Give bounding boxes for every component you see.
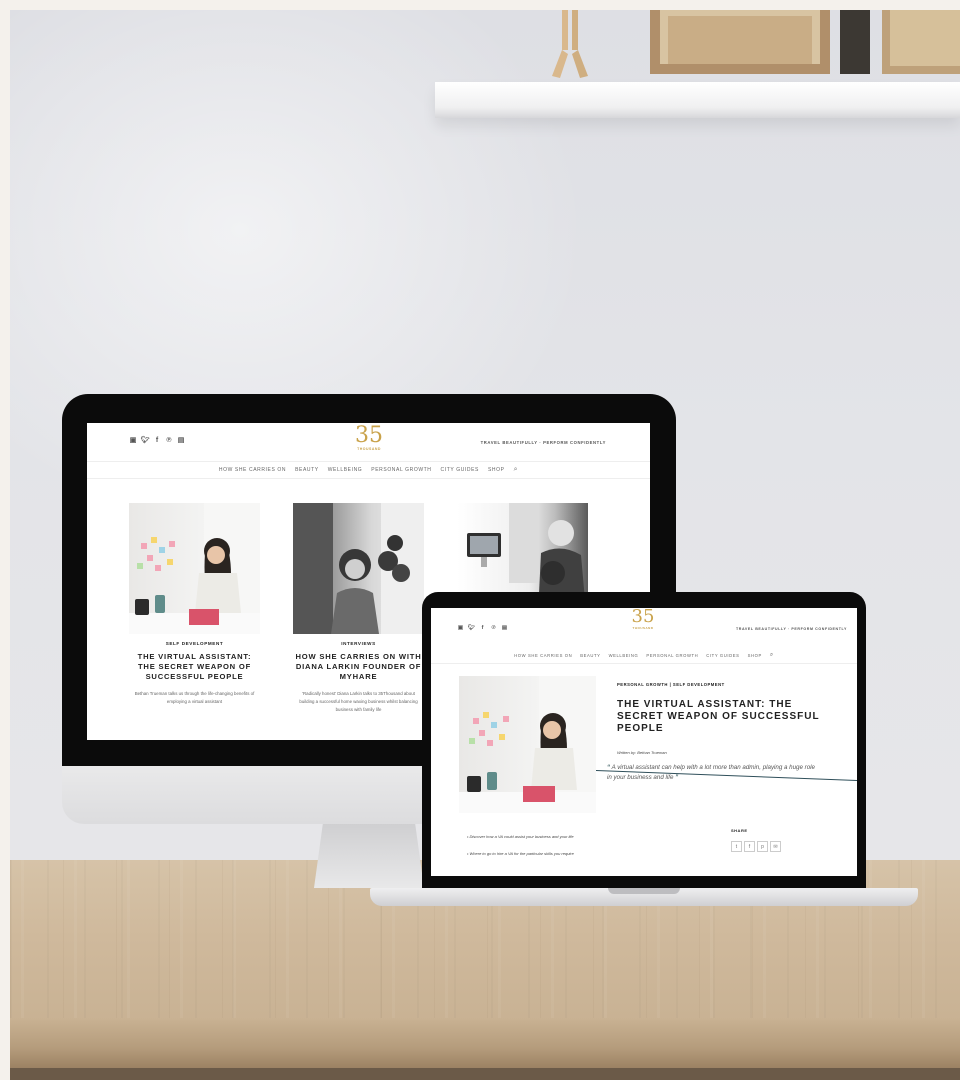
laptop-notch: [608, 888, 680, 894]
nav-beauty[interactable]: BEAUTY: [580, 653, 600, 658]
article-author: Written by: Bethan Trueman: [617, 750, 667, 755]
nav-personal-growth[interactable]: PERSONAL GROWTH: [646, 653, 698, 658]
site-tagline: TRAVEL BEAUTIFULLY · PERFORM CONFIDENTLY: [480, 440, 606, 445]
nav-city-guides[interactable]: CITY GUIDES: [441, 467, 479, 473]
main-nav: HOW SHE CARRIES ON BEAUTY WELLBEING PERS…: [87, 461, 650, 479]
pinterest-icon[interactable]: ℗: [165, 436, 173, 444]
nav-city-guides[interactable]: CITY GUIDES: [706, 653, 739, 658]
twitter-icon[interactable]: 🐦︎: [141, 436, 150, 444]
cork-board-frame-right: [882, 10, 960, 74]
desk-scene-background: ▣ 🐦︎ f ℗ ▤ 35 THOUSAND TRAVEL BEAUTIFULL…: [10, 10, 960, 1080]
share-box: SHARE t f p ✉: [731, 828, 781, 852]
nav-wellbeing[interactable]: WELLBEING: [609, 653, 639, 658]
desk-shadow: [10, 1068, 960, 1080]
wooden-figurine: [540, 10, 600, 82]
article-quote: “ A virtual assistant can help with a lo…: [607, 764, 815, 781]
social-links: ▣ 🐦︎ f ℗ ▤: [457, 624, 508, 631]
nav-how-she-carries-on[interactable]: HOW SHE CARRIES ON: [219, 467, 286, 473]
nav-personal-growth[interactable]: PERSONAL GROWTH: [371, 467, 431, 473]
nav-shop[interactable]: SHOP: [488, 467, 505, 473]
search-icon[interactable]: ⌕: [770, 652, 774, 659]
wall-shelf: [435, 82, 960, 118]
main-nav: HOW SHE CARRIES ON BEAUTY WELLBEING PERS…: [431, 648, 857, 664]
desk-edge: [10, 1018, 960, 1068]
search-icon[interactable]: ⌕: [514, 466, 519, 474]
list-item: Discover how a VA could assist your busi…: [467, 828, 574, 845]
article-hero: PERSONAL GROWTH | SELF DEVELOPMENT THE V…: [431, 664, 857, 813]
facebook-icon[interactable]: f: [153, 436, 161, 444]
article-card[interactable]: SELF DEVELOPMENT THE VIRTUAL ASSISTANT: …: [129, 503, 260, 714]
share-icons: t f p ✉: [731, 841, 781, 852]
article-hero-image: [459, 676, 596, 813]
close-quote-icon: ”: [675, 774, 679, 781]
instagram-icon[interactable]: ▣: [129, 436, 137, 444]
pinterest-icon[interactable]: p: [757, 841, 768, 852]
cork-board-frame: [650, 10, 830, 74]
facebook-icon[interactable]: f: [479, 624, 486, 631]
site-tagline: TRAVEL BEAUTIFULLY · PERFORM CONFIDENTLY: [736, 627, 847, 631]
twitter-icon[interactable]: t: [731, 841, 742, 852]
laptop: ▣ 🐦︎ f ℗ ▤ 35 THOUSAND TRAVEL BEAUTIFULL…: [370, 592, 918, 922]
article-image-virtual-assistant[interactable]: [129, 503, 260, 634]
card-category[interactable]: SELF DEVELOPMENT: [129, 641, 260, 646]
social-links: ▣ 🐦︎ f ℗ ▤: [129, 436, 185, 445]
open-quote-icon: “: [607, 764, 611, 771]
article-title: THE VIRTUAL ASSISTANT: THE SECRET WEAPON…: [617, 699, 820, 734]
pinterest-icon[interactable]: ℗: [490, 624, 497, 631]
twitter-icon[interactable]: 🐦︎: [468, 624, 475, 631]
list-item: Where to go to hire a VA for the particu…: [467, 845, 574, 862]
dark-frame: [840, 10, 870, 74]
nav-beauty[interactable]: BEAUTY: [295, 467, 319, 473]
article-categories[interactable]: PERSONAL GROWTH | SELF DEVELOPMENT: [617, 682, 725, 687]
email-icon[interactable]: ✉: [770, 841, 781, 852]
facebook-icon[interactable]: f: [744, 841, 755, 852]
nav-shop[interactable]: SHOP: [748, 653, 762, 658]
article-bullets: Discover how a VA could assist your busi…: [467, 828, 574, 862]
linkedin-icon[interactable]: ▤: [501, 624, 508, 631]
instagram-icon[interactable]: ▣: [457, 624, 464, 631]
card-title[interactable]: THE VIRTUAL ASSISTANT: THE SECRET WEAPON…: [129, 652, 260, 682]
laptop-screen: ▣ 🐦︎ f ℗ ▤ 35 THOUSAND TRAVEL BEAUTIFULL…: [431, 608, 857, 876]
nav-wellbeing[interactable]: WELLBEING: [328, 467, 363, 473]
site-logo[interactable]: 35 THOUSAND: [627, 608, 659, 630]
card-excerpt: Bethan Trueman talks us through the life…: [134, 691, 255, 704]
site-logo[interactable]: 35 THOUSAND: [349, 425, 389, 452]
linkedin-icon[interactable]: ▤: [177, 436, 185, 444]
laptop-website: ▣ 🐦︎ f ℗ ▤ 35 THOUSAND TRAVEL BEAUTIFULL…: [431, 608, 857, 876]
nav-how-she-carries-on[interactable]: HOW SHE CARRIES ON: [514, 653, 572, 658]
share-label: SHARE: [731, 828, 748, 833]
